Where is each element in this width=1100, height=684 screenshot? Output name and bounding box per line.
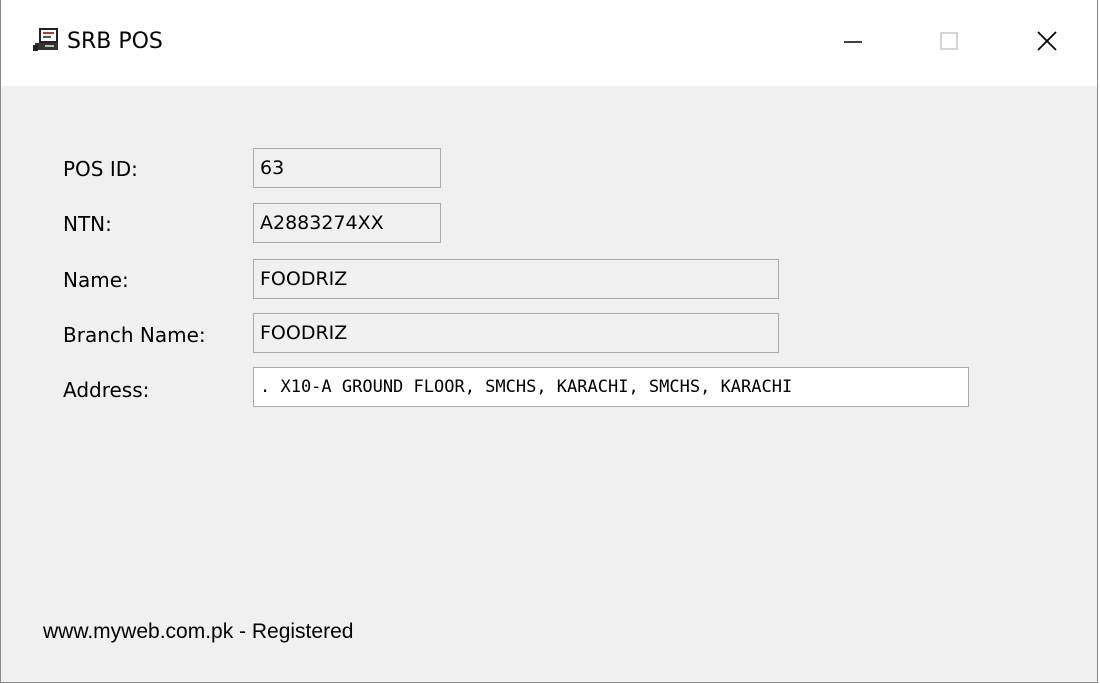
maximize-button[interactable] [917, 16, 981, 70]
branch-name-label: Branch Name: [63, 323, 206, 347]
pos-id-label: POS ID: [63, 157, 138, 181]
pos-terminal-icon [33, 28, 59, 52]
ntn-field[interactable]: A2883274XX [253, 203, 441, 243]
branch-name-field[interactable]: FOODRIZ [253, 313, 779, 353]
close-button[interactable] [1015, 16, 1079, 70]
name-label: Name: [63, 268, 129, 292]
close-icon [1036, 30, 1058, 56]
name-field[interactable]: FOODRIZ [253, 259, 779, 299]
pos-id-field[interactable]: 63 [253, 148, 441, 188]
srb-pos-window: SRB POS POS ID: 63 NTN: A2883274XX Name:… [0, 0, 1098, 683]
minimize-icon [843, 31, 863, 55]
title-bar[interactable]: SRB POS [1, 0, 1097, 86]
registration-status-text: www.myweb.com.pk - Registered [43, 620, 354, 643]
address-field[interactable]: . X10-A GROUND FLOOR, SMCHS, KARACHI, SM… [253, 367, 969, 407]
ntn-label: NTN: [63, 212, 112, 236]
window-title: SRB POS [67, 29, 163, 54]
maximize-icon [939, 31, 959, 55]
address-label: Address: [63, 378, 150, 402]
minimize-button[interactable] [821, 16, 885, 70]
